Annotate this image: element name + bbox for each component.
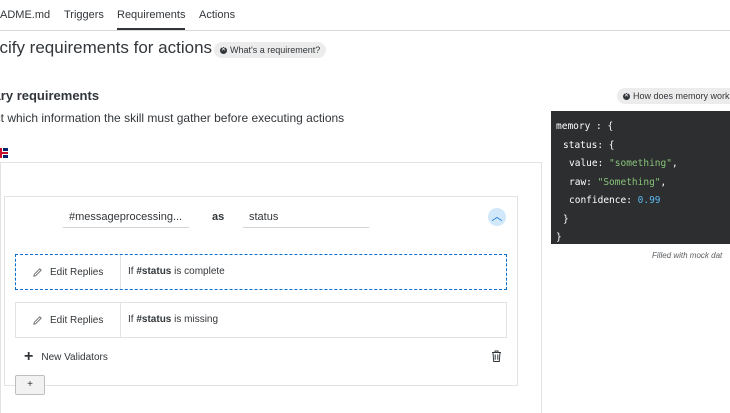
validator-condition: If #status is missing [128,303,218,337]
code-text: } [563,213,569,225]
code-text: status: { [563,139,615,151]
code-line: confidence: 0.99 [556,192,730,211]
condition-variable: #status [136,266,172,277]
condition-suffix: is missing [174,314,219,325]
condition-suffix: is complete [174,266,225,277]
code-key: confidence: [569,195,638,206]
close-circle-icon: ✕ [220,46,227,54]
code-key: value: [569,158,610,169]
condition-prefix: If [128,314,134,325]
tab-triggers[interactable]: Triggers [64,0,104,30]
code-line: memory : { [556,118,730,137]
memory-help-button[interactable]: ✕ How does memory work? [617,88,730,104]
code-line: status: { [556,137,730,156]
new-validators-button[interactable]: + New Validators [24,349,108,365]
validator-row-missing[interactable]: Edit Replies If #status is missing [15,302,507,338]
edit-replies-label: Edit Replies [50,266,104,278]
validator-condition: If #status is complete [128,255,225,289]
pencil-icon [33,267,42,277]
section-subtitle: ect which information the skill must gat… [0,111,345,125]
code-text: memory : { [556,121,614,132]
as-label: as [212,211,225,223]
condition-prefix: If [128,266,134,277]
trash-icon[interactable] [491,350,502,362]
edit-replies-button[interactable]: Edit Replies [16,255,121,289]
plus-icon: + [24,348,34,365]
code-key: raw: [569,176,598,188]
code-string: "something" [609,158,672,169]
condition-variable: #status [136,314,172,325]
variable-name-field[interactable]: status [243,206,369,228]
code-line: value: "something", [556,155,730,174]
whats-requirement-button[interactable]: ✕ What's a requirement? [214,42,327,58]
code-line: } [556,229,730,248]
chevron-up-icon[interactable]: ︿ [488,208,506,226]
page-title: ecify requirements for actions [0,38,213,57]
edit-replies-button[interactable]: Edit Replies [16,303,121,337]
code-number: 0.99 [637,195,661,206]
code-text: } [556,232,562,243]
new-validators-label: New Validators [41,351,108,363]
tab-readme[interactable]: ADME.md [0,0,50,30]
memory-code-block: memory : { status: { value: "something",… [551,111,730,244]
uk-flag-icon[interactable] [0,148,8,158]
edit-replies-label: Edit Replies [50,314,104,326]
pencil-icon [33,315,42,325]
code-punct: , [660,176,667,188]
code-string: "Something" [597,176,661,188]
add-requirement-button[interactable]: + [15,375,45,395]
validator-row-complete[interactable]: Edit Replies If #status is complete [15,254,507,290]
close-circle-icon: ✕ [623,92,630,100]
intent-field[interactable]: #messageprocessing... [63,206,189,228]
code-line: raw: "Something", [556,174,730,193]
section-title: mary requirements [0,88,100,103]
code-punct: , [671,158,678,169]
code-line: } [556,211,730,230]
tab-bar: ADME.md Triggers Requirements Actions [0,0,730,31]
mock-data-note: Filled with mock dat [652,251,723,260]
memory-help-label: How does memory work? [633,91,730,101]
tab-actions[interactable]: Actions [199,0,235,30]
whats-requirement-label: What's a requirement? [230,45,321,55]
tab-requirements[interactable]: Requirements [117,0,186,30]
